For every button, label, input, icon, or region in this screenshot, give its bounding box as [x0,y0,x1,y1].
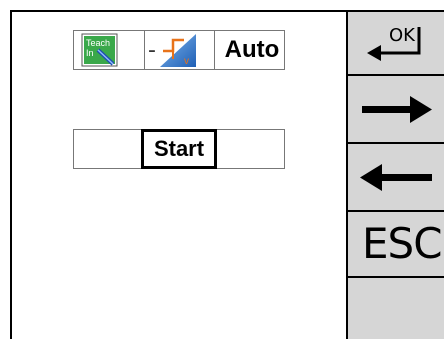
mode-divider [144,31,145,69]
arrow-right-icon [362,96,432,123]
mode-divider [214,31,215,69]
back-softkey[interactable] [348,144,444,212]
mode-bar: Teach In - v Auto [73,30,285,70]
svg-text:Teach: Teach [86,38,110,48]
esc-softkey[interactable]: ESC [348,212,444,278]
softkey-panel: OK ESC [346,12,444,339]
start-field: Start [73,129,285,169]
waveform-icon[interactable]: v [160,34,196,67]
arrow-left-icon [360,164,432,191]
teach-in-icon[interactable]: Teach In [81,33,118,67]
ok-softkey[interactable]: OK [348,12,444,76]
esc-label: ESC [362,219,443,268]
next-softkey[interactable] [348,76,444,144]
mode-label: Auto [224,36,280,63]
svg-text:In: In [86,48,94,58]
start-button[interactable]: Start [141,129,217,169]
empty-softkey[interactable] [348,278,444,339]
mode-separator: - [148,38,156,63]
ok-label: OK [389,25,416,46]
svg-text:v: v [184,56,189,67]
enter-icon: OK [367,25,421,61]
